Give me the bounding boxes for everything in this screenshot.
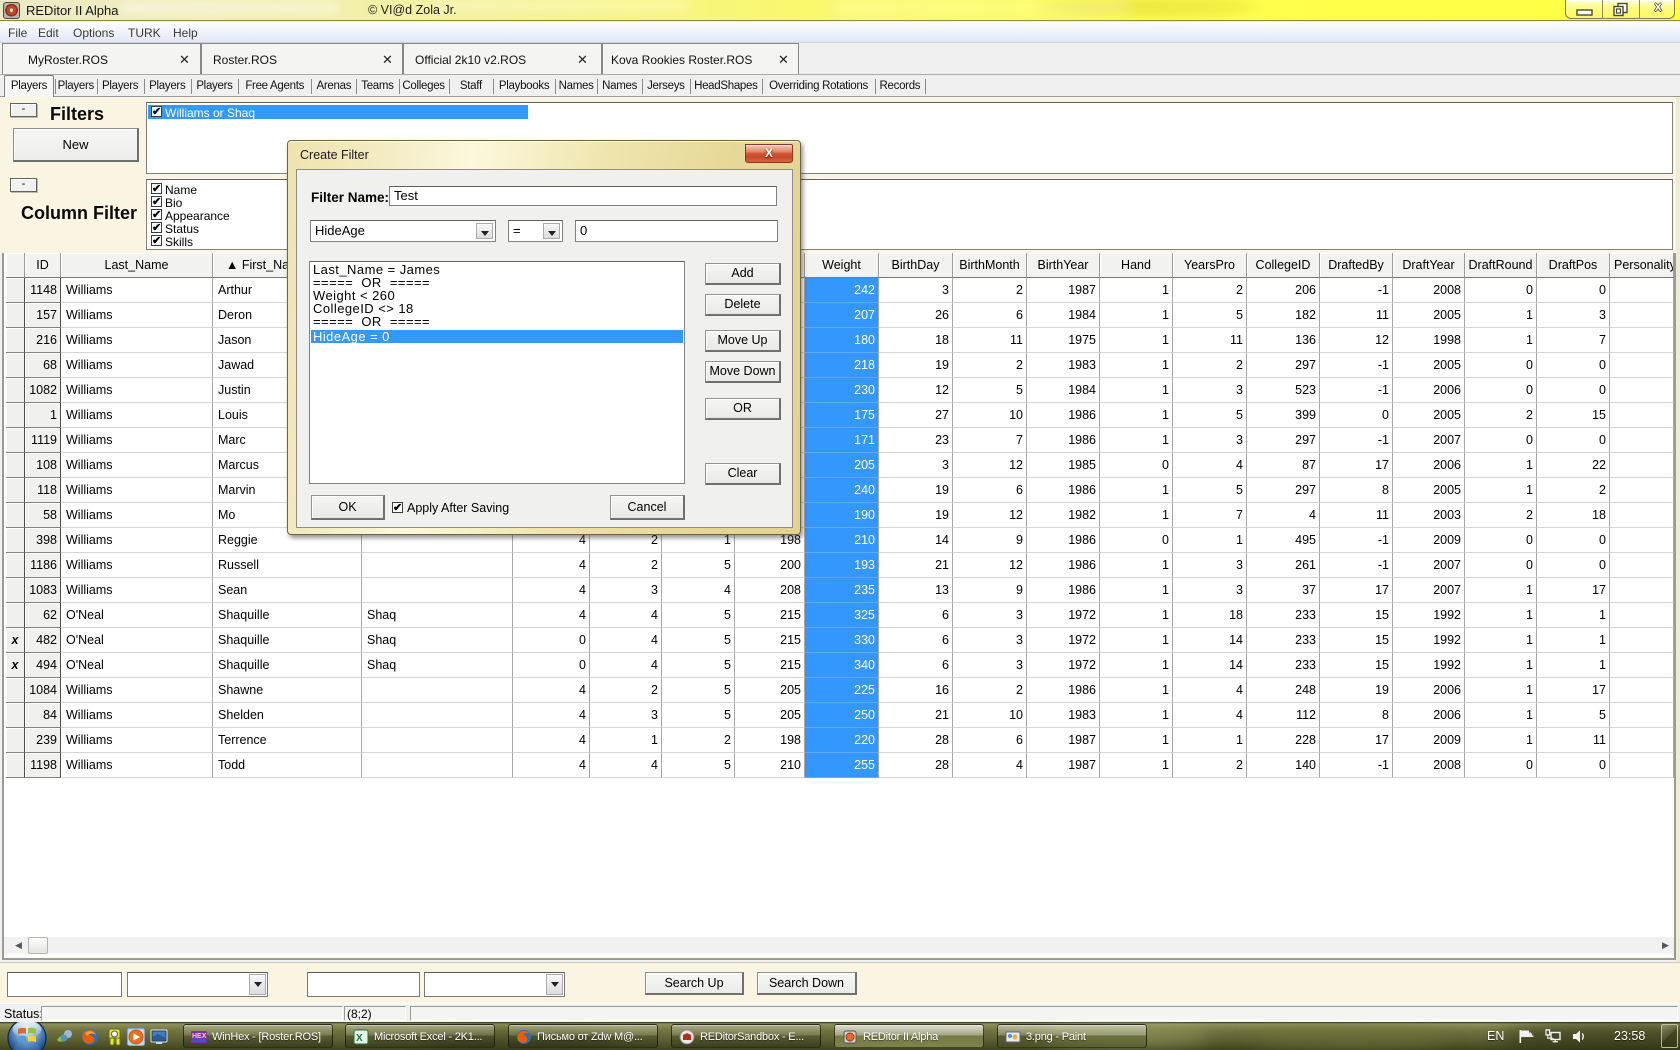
svg-text:HEX: HEX xyxy=(192,1033,207,1040)
svg-text:X: X xyxy=(356,1033,363,1044)
